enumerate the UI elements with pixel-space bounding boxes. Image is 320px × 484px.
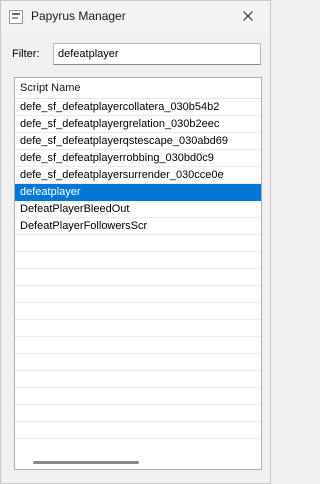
empty-row: [15, 388, 261, 405]
script-list[interactable]: Script Name defe_sf_defeatplayercollater…: [14, 77, 262, 470]
title-bar[interactable]: Papyrus Manager: [1, 1, 270, 31]
papyrus-manager-window: Papyrus Manager Filter: Script Name defe…: [0, 0, 271, 484]
window-title: Papyrus Manager: [31, 9, 126, 23]
empty-row: [15, 405, 261, 422]
column-header-label: Script Name: [20, 82, 81, 94]
filter-label: Filter:: [12, 48, 40, 60]
empty-row: [15, 303, 261, 320]
empty-row: [15, 371, 261, 388]
empty-row: [15, 286, 261, 303]
script-row[interactable]: defe_sf_defeatplayerqstescape_030abd69: [15, 133, 261, 150]
script-row[interactable]: defe_sf_defeatplayergrelation_030b2eec: [15, 116, 261, 133]
filter-input[interactable]: [53, 43, 261, 65]
script-row[interactable]: DefeatPlayerBleedOut: [15, 201, 261, 218]
script-rows: defe_sf_defeatplayercollatera_030b54b2 de…: [15, 99, 261, 439]
empty-row: [15, 235, 261, 252]
empty-row: [15, 422, 261, 439]
empty-row: [15, 337, 261, 354]
empty-row: [15, 354, 261, 371]
script-row[interactable]: defe_sf_defeatplayerrobbing_030bd0c9: [15, 150, 261, 167]
script-row[interactable]: DefeatPlayerFollowersScr: [15, 218, 261, 235]
app-icon: [9, 10, 23, 24]
empty-row: [15, 252, 261, 269]
close-button[interactable]: [226, 1, 270, 31]
column-header-script-name[interactable]: Script Name: [15, 78, 261, 99]
close-icon: [243, 11, 253, 21]
scrollbar-thumb[interactable]: [33, 461, 139, 464]
empty-row: [15, 320, 261, 337]
horizontal-scrollbar[interactable]: [15, 455, 261, 469]
script-row[interactable]: defe_sf_defeatplayersurrender_030cce0e: [15, 167, 261, 184]
script-row[interactable]: defe_sf_defeatplayercollatera_030b54b2: [15, 99, 261, 116]
script-row[interactable]: defeatplayer: [15, 184, 261, 201]
empty-row: [15, 269, 261, 286]
